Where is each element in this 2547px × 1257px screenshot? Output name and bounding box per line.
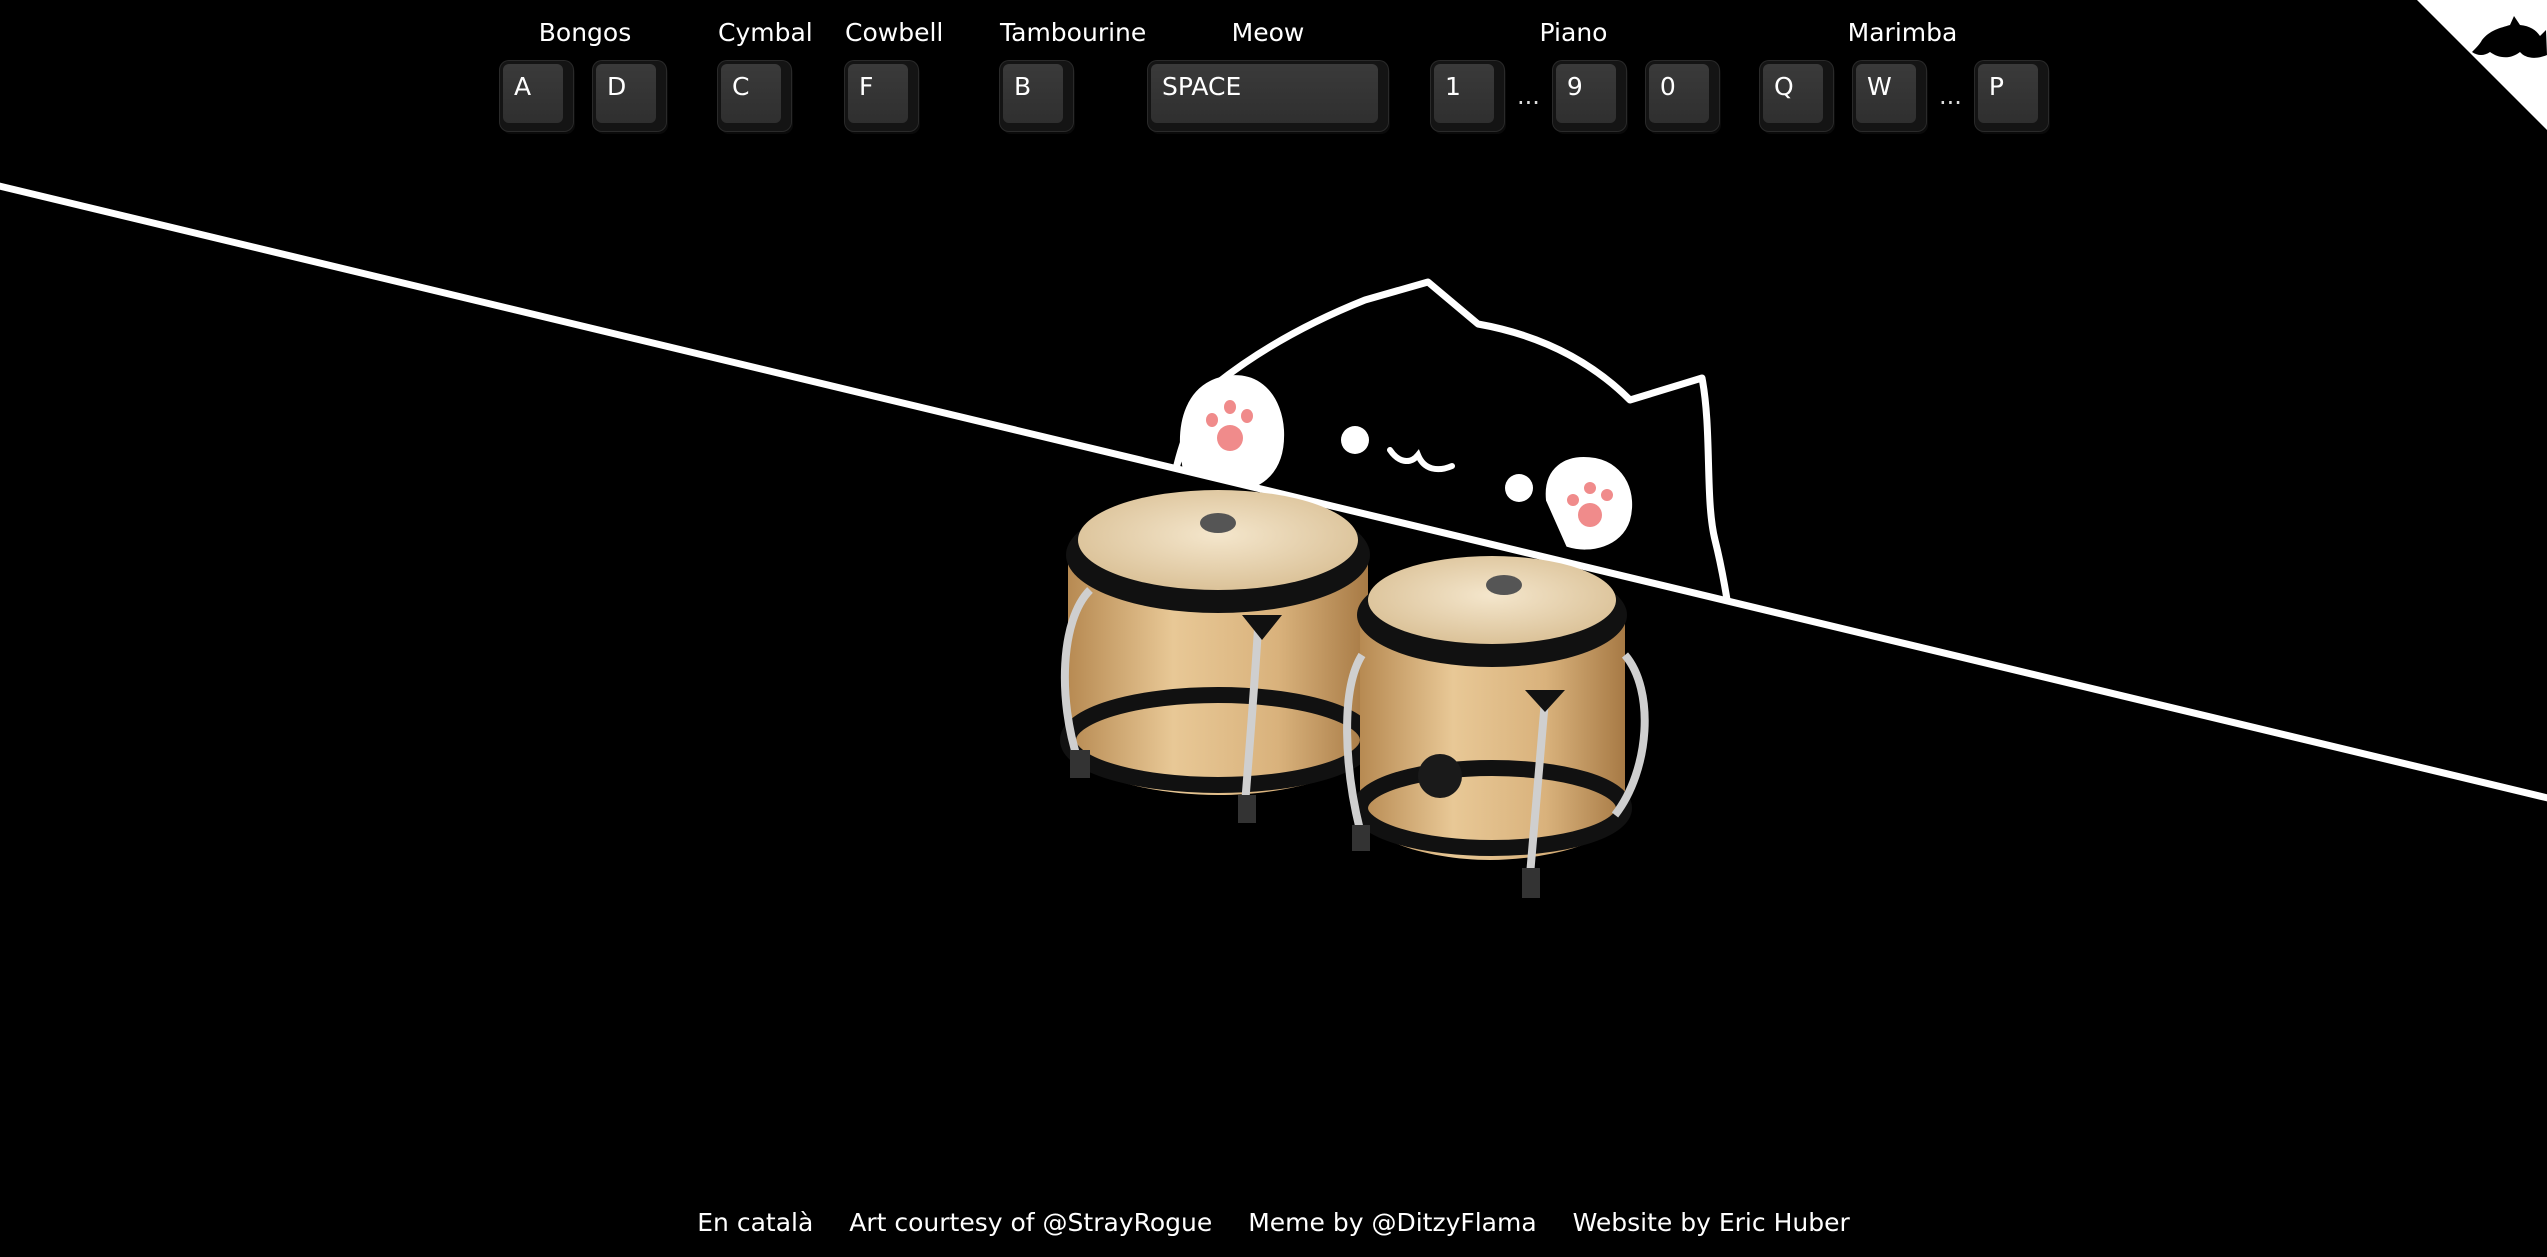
legend-ellipsis: ... — [1517, 82, 1540, 110]
footer: En català Art courtesy of @StrayRogue Me… — [0, 1208, 2547, 1237]
key-f[interactable]: F — [845, 61, 918, 131]
key-a[interactable]: A — [500, 61, 573, 131]
legend-label: Meow — [1231, 18, 1305, 47]
key-q[interactable]: Q — [1760, 61, 1833, 131]
language-link[interactable]: En català — [697, 1208, 813, 1237]
legend-label: Cowbell — [845, 18, 944, 47]
bongo-left — [1060, 490, 1376, 823]
key-p[interactable]: P — [1974, 61, 2048, 131]
legend-ellipsis: ... — [1939, 82, 1962, 110]
key-1[interactable]: 1 — [1431, 61, 1504, 131]
website-credit-link[interactable]: Website by Eric Huber — [1573, 1208, 1850, 1237]
legend-label: Tambourine — [1000, 18, 1147, 47]
key-d[interactable]: D — [593, 61, 666, 131]
key-b[interactable]: B — [1000, 61, 1073, 131]
legend-label: Bongos — [538, 18, 632, 47]
art-credit-link[interactable]: Art courtesy of @StrayRogue — [849, 1208, 1212, 1237]
bongo-cat-scene — [0, 0, 2547, 898]
legend-label: Marimba — [1847, 18, 1958, 47]
github-cat-icon[interactable] — [2417, 0, 2547, 130]
meinl-badge — [1418, 754, 1462, 798]
key-0[interactable]: 0 — [1645, 61, 1719, 131]
key-space[interactable]: SPACE — [1148, 61, 1388, 131]
bongo-cat-page: Bongos A D Cymbal C Cowbell F Tambourine… — [0, 0, 2547, 1257]
meme-credit-link[interactable]: Meme by @DitzyFlama — [1248, 1208, 1536, 1237]
legend-label: Piano — [1539, 18, 1608, 47]
key-c[interactable]: C — [718, 61, 791, 131]
cat-left-eye — [1341, 426, 1369, 454]
key-w[interactable]: W — [1853, 61, 1926, 131]
key-9[interactable]: 9 — [1552, 61, 1626, 131]
legend-label: Cymbal — [718, 18, 813, 47]
bongo-right — [1343, 556, 1649, 898]
cat-right-eye — [1505, 474, 1533, 502]
